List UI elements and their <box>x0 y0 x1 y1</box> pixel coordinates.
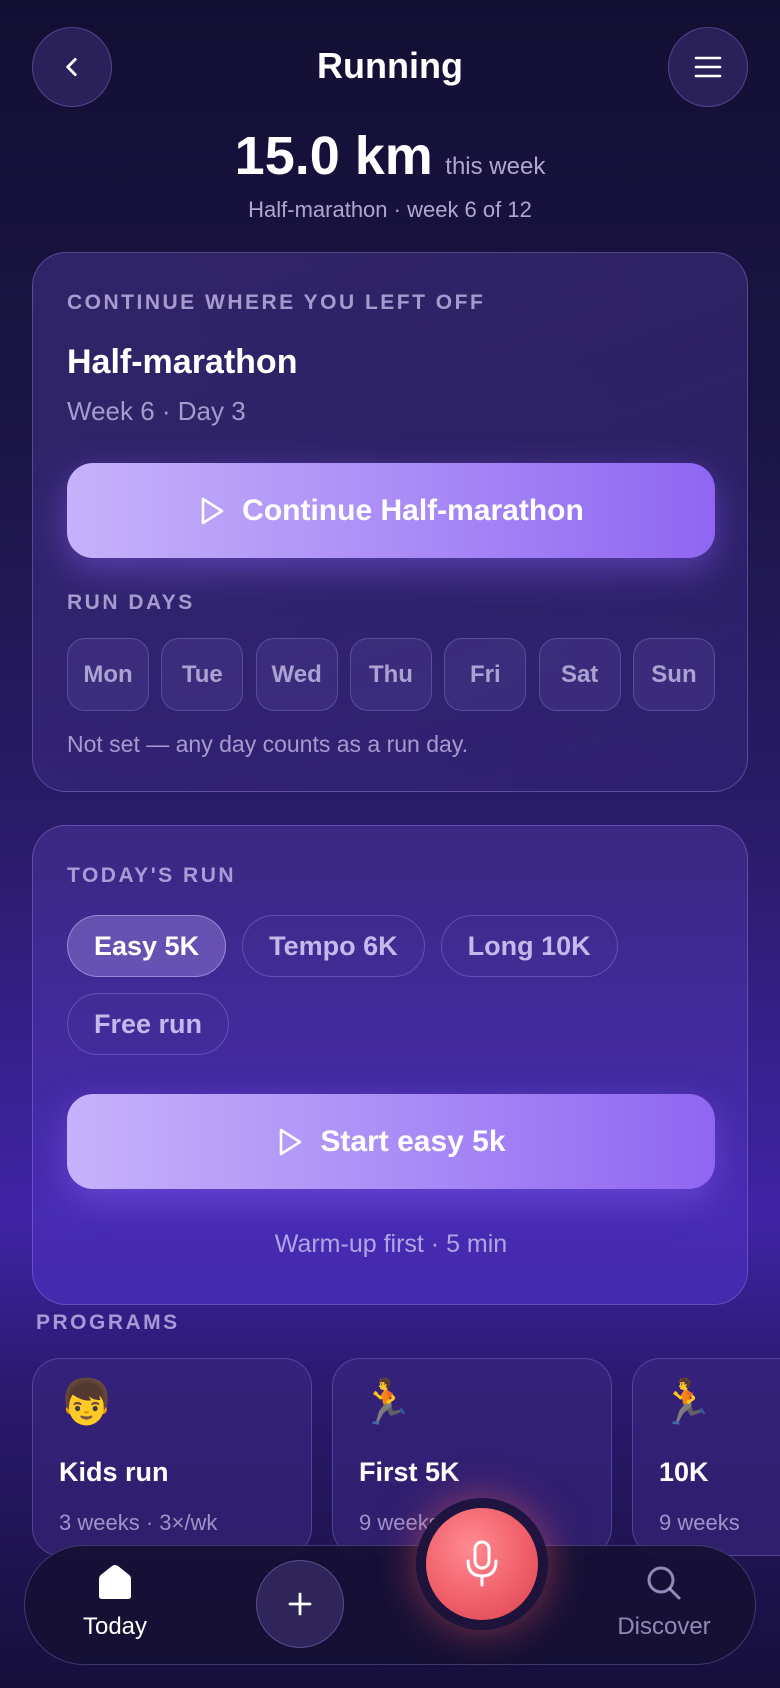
play-icon <box>280 1128 302 1155</box>
run-option-easy-5k[interactable]: Easy 5K <box>67 915 227 977</box>
hamburger-menu-icon <box>694 56 722 78</box>
day-tue[interactable]: Tue <box>161 638 244 711</box>
programs-label: PROGRAMS <box>36 1311 180 1334</box>
start-run-button[interactable]: Start easy 5k <box>67 1094 715 1189</box>
runner-emoji-icon: 🏃 <box>659 1378 714 1427</box>
page-title: Running <box>317 45 463 86</box>
nav-today[interactable]: Today <box>60 1563 170 1641</box>
day-sun[interactable]: Sun <box>632 638 715 711</box>
run-options: Easy 5K Tempo 6K Long 10K Free run <box>67 915 717 1055</box>
program-card-kids-run[interactable]: 👦 Kids run 3 weeks · 3×/wk <box>32 1358 312 1556</box>
day-fri[interactable]: Fri <box>444 638 527 711</box>
program-card-name: Kids run <box>59 1457 169 1487</box>
program-card-name: First 5K <box>359 1457 460 1487</box>
plan-progress: Half-marathon · week 6 of 12 <box>248 197 532 222</box>
nav-discover[interactable]: Discover <box>600 1563 728 1641</box>
todays-run-label: TODAY'S RUN <box>67 864 237 887</box>
add-button[interactable] <box>256 1560 344 1648</box>
play-icon <box>201 497 224 524</box>
programs-carousel[interactable]: 👦 Kids run 3 weeks · 3×/wk 🏃 First 5K 9 … <box>32 1358 780 1558</box>
menu-button[interactable] <box>668 27 748 107</box>
nav-today-label: Today <box>82 1613 148 1640</box>
weekly-period: this week <box>445 153 546 180</box>
continue-program-button[interactable]: Continue Half-marathon <box>67 463 715 558</box>
run-days-note: Not set — any day counts as a run day. <box>67 731 469 757</box>
program-card-10k[interactable]: 🏃 10K 9 weeks <box>632 1358 780 1556</box>
plus-icon <box>288 1592 312 1616</box>
day-sat[interactable]: Sat <box>538 638 621 711</box>
day-thu[interactable]: Thu <box>349 638 432 711</box>
warmup-note: Warm-up first · 5 min <box>274 1230 508 1258</box>
continue-label: CONTINUE WHERE YOU LEFT OFF <box>67 291 486 314</box>
microphone-icon <box>466 1540 498 1587</box>
day-mon[interactable]: Mon <box>67 638 149 711</box>
day-wed[interactable]: Wed <box>255 638 338 711</box>
program-card-meta: 9 weeks <box>659 1510 740 1535</box>
voice-mic-button[interactable] <box>426 1508 538 1620</box>
todays-run-card: TODAY'S RUN Easy 5K Tempo 6K Long 10K Fr… <box>32 825 748 1305</box>
program-name: Half-marathon <box>67 343 298 381</box>
run-option-long-10k[interactable]: Long 10K <box>440 915 618 977</box>
program-progress: Week 6 · Day 3 <box>67 396 246 426</box>
continue-card: CONTINUE WHERE YOU LEFT OFF Half-maratho… <box>32 252 748 792</box>
program-card-meta: 3 weeks · 3×/wk <box>59 1510 218 1535</box>
runner-emoji-icon: 🏃 <box>359 1378 414 1427</box>
continue-program-label: Continue Half-marathon <box>242 493 584 527</box>
nav-discover-label: Discover <box>617 1613 711 1640</box>
run-option-free-run[interactable]: Free run <box>67 993 230 1055</box>
home-icon <box>99 1565 131 1599</box>
program-card-name: 10K <box>659 1457 709 1487</box>
child-emoji-icon: 👦 <box>59 1378 114 1427</box>
search-icon <box>647 1566 681 1600</box>
start-run-label: Start easy 5k <box>320 1124 506 1158</box>
run-days-label: RUN DAYS <box>67 591 195 614</box>
weekly-distance: 15.0 km <box>234 126 433 186</box>
run-days-selector: Mon Tue Wed Thu Fri Sat Sun <box>67 638 715 711</box>
run-option-tempo-6k[interactable]: Tempo 6K <box>242 915 425 977</box>
weekly-summary: 15.0 km this week <box>0 125 780 187</box>
